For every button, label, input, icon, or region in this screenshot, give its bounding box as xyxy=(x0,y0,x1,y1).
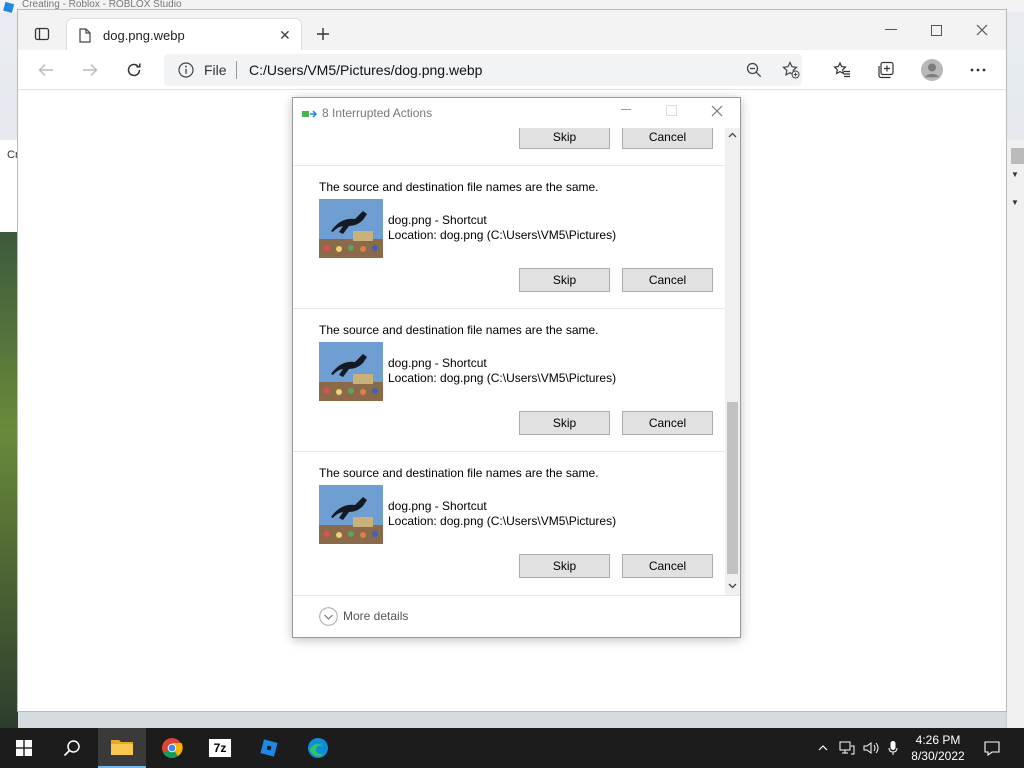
more-options-icon[interactable] xyxy=(962,54,994,86)
background-left-label: Cr xyxy=(7,149,19,161)
taskbar: 7z 4:26 PM 8/30/2022 xyxy=(0,728,1024,768)
add-favorite-icon[interactable] xyxy=(782,61,800,79)
chevron-down-icon[interactable]: ▼ xyxy=(1011,198,1019,207)
tab-actions-icon[interactable] xyxy=(26,18,58,50)
background-window-left-edge: Cr xyxy=(0,140,19,730)
back-icon[interactable] xyxy=(30,54,62,86)
dog-thumbnail[interactable] xyxy=(319,342,383,401)
conflict-message: The source and destination file names ar… xyxy=(319,323,599,337)
skip-button[interactable]: Skip xyxy=(519,128,610,149)
conflict-list: Skip Cancel The source and destination f… xyxy=(293,128,725,595)
7zip-icon[interactable]: 7z xyxy=(196,728,244,768)
roblox-studio-icon xyxy=(2,2,16,14)
tab-dog-webp[interactable]: dog.png.webp ✕ xyxy=(66,18,302,52)
system-clock[interactable]: 4:26 PM 8/30/2022 xyxy=(900,732,976,764)
minimize-icon[interactable] xyxy=(621,103,633,115)
chevron-up-icon[interactable] xyxy=(814,728,832,768)
skip-button[interactable]: Skip xyxy=(519,411,610,435)
chevron-down-icon[interactable] xyxy=(728,583,737,589)
edge-icon[interactable] xyxy=(294,728,342,768)
skip-button[interactable]: Skip xyxy=(519,268,610,292)
interrupted-actions-dialog: 8 Interrupted Actions Skip Cancel The so… xyxy=(292,97,741,638)
roblox-studio-icon[interactable] xyxy=(245,728,293,768)
dog-thumbnail[interactable] xyxy=(319,485,383,544)
more-details-bar: More details xyxy=(293,595,740,637)
chevron-up-icon[interactable] xyxy=(728,132,737,138)
background-window-right-edge: ▼ ▼ xyxy=(1006,140,1024,730)
favorites-icon[interactable] xyxy=(826,54,858,86)
item-divider xyxy=(293,308,725,309)
url-box[interactable]: File C:/Users/VM5/Pictures/dog.png.webp xyxy=(164,54,802,86)
search-icon[interactable] xyxy=(48,728,96,768)
close-tab-icon[interactable]: ✕ xyxy=(279,28,291,42)
cancel-button[interactable]: Cancel xyxy=(622,554,713,578)
file-name: dog.png - Shortcut xyxy=(388,356,487,370)
close-dialog-icon[interactable] xyxy=(711,105,723,117)
new-tab-icon[interactable] xyxy=(307,18,339,50)
skip-button[interactable]: Skip xyxy=(519,554,610,578)
url-scheme-label: File xyxy=(204,62,227,78)
background-window-title: Creating - Roblox - ROBLOX Studio xyxy=(22,0,182,10)
start-icon[interactable] xyxy=(0,728,48,768)
more-details-link[interactable]: More details xyxy=(343,609,408,623)
chrome-icon[interactable] xyxy=(148,728,196,768)
file-explorer-icon[interactable] xyxy=(98,728,146,768)
collections-icon[interactable] xyxy=(870,54,902,86)
copy-transfer-icon xyxy=(302,108,318,120)
conflict-message: The source and destination file names ar… xyxy=(319,180,599,194)
volume-icon[interactable] xyxy=(860,728,882,768)
chevron-down-circle-icon[interactable] xyxy=(319,607,338,626)
minimize-icon[interactable] xyxy=(875,14,907,46)
refresh-icon[interactable] xyxy=(118,54,150,86)
forward-icon[interactable] xyxy=(74,54,106,86)
dialog-title: 8 Interrupted Actions xyxy=(322,106,433,120)
item-divider xyxy=(293,451,725,452)
tab-title: dog.png.webp xyxy=(103,28,185,43)
zoom-icon[interactable] xyxy=(746,62,762,78)
address-bar: File C:/Users/VM5/Pictures/dog.png.webp xyxy=(18,50,1006,90)
tab-bar: dog.png.webp ✕ xyxy=(18,10,1006,52)
cancel-button[interactable]: Cancel xyxy=(622,128,713,149)
7zip-label: 7z xyxy=(208,738,232,758)
close-window-icon[interactable] xyxy=(966,14,998,46)
clock-date: 8/30/2022 xyxy=(911,749,965,763)
conflict-message: The source and destination file names ar… xyxy=(319,466,599,480)
dialog-scrollbar[interactable] xyxy=(725,128,740,595)
background-scrollbar-thumb xyxy=(1011,148,1024,164)
dog-thumbnail[interactable] xyxy=(319,199,383,258)
file-location: Location: dog.png (C:\Users\VM5\Pictures… xyxy=(388,514,617,528)
file-name: dog.png - Shortcut xyxy=(388,499,487,513)
file-location: Location: dog.png (C:\Users\VM5\Pictures… xyxy=(388,371,617,385)
maximize-icon[interactable] xyxy=(920,14,952,46)
background-left-image xyxy=(0,232,18,728)
item-divider xyxy=(293,165,725,166)
maximize-icon xyxy=(666,105,678,117)
info-icon[interactable] xyxy=(178,62,194,78)
profile-avatar-icon[interactable] xyxy=(916,54,948,86)
notifications-icon[interactable] xyxy=(978,728,1006,768)
file-icon xyxy=(79,28,91,43)
url-divider xyxy=(236,61,237,79)
clock-time: 4:26 PM xyxy=(915,733,961,747)
chevron-down-icon[interactable]: ▼ xyxy=(1011,170,1019,179)
cancel-button[interactable]: Cancel xyxy=(622,411,713,435)
scrollbar-thumb[interactable] xyxy=(727,402,738,574)
file-name: dog.png - Shortcut xyxy=(388,213,487,227)
network-icon[interactable] xyxy=(836,728,858,768)
file-location: Location: dog.png (C:\Users\VM5\Pictures… xyxy=(388,228,617,242)
url-text[interactable]: C:/Users/VM5/Pictures/dog.png.webp xyxy=(249,62,482,78)
cancel-button[interactable]: Cancel xyxy=(622,268,713,292)
